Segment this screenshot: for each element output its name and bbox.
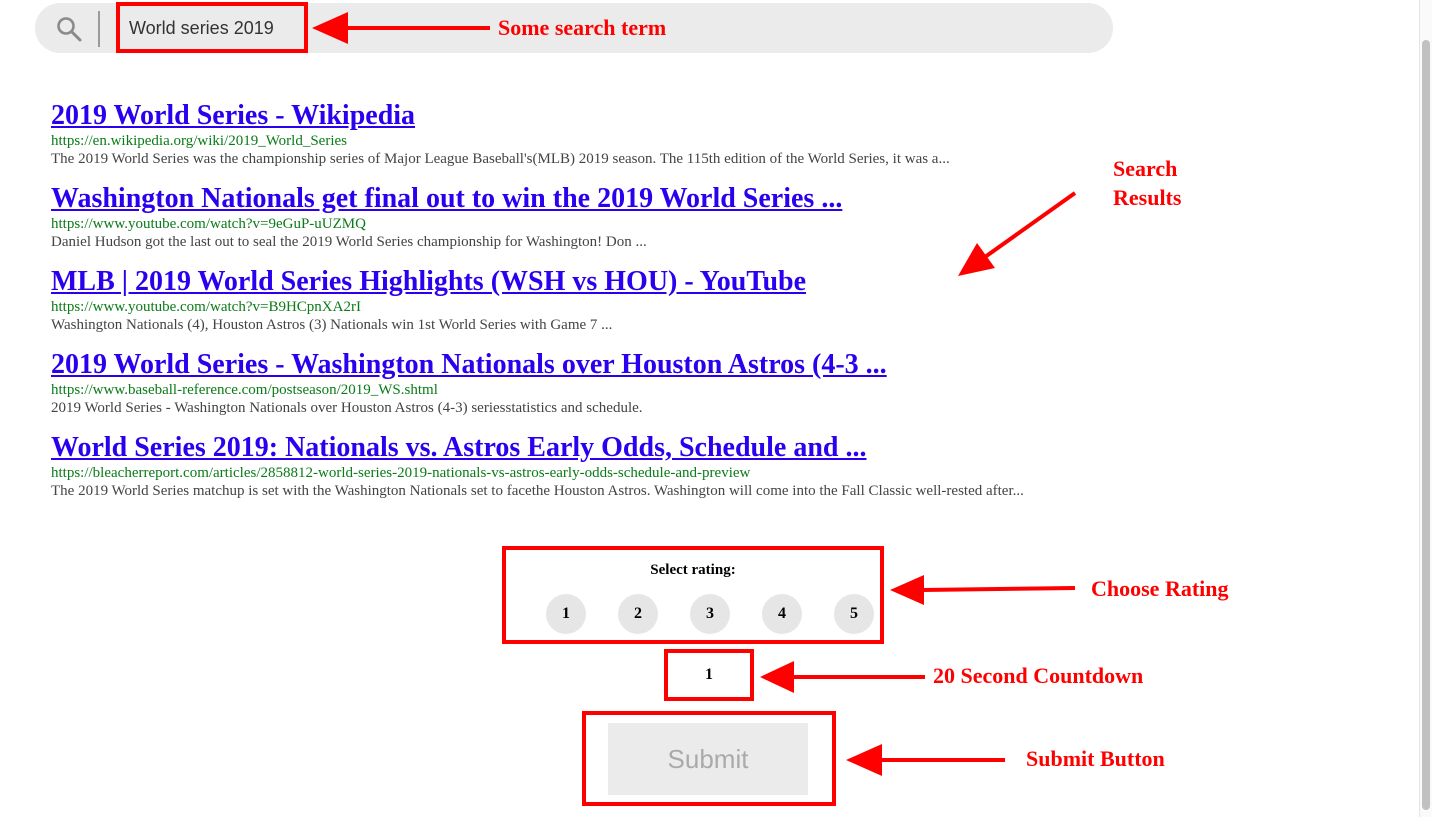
arrow-countdown — [760, 661, 925, 693]
annotation-choose-rating: Choose Rating — [1091, 576, 1229, 601]
annotation-search-term: Some search term — [498, 15, 667, 40]
scrollbar-thumb[interactable] — [1422, 40, 1430, 810]
arrow-search-term — [312, 12, 490, 44]
annotation-search-results-line1: Search — [1113, 156, 1178, 181]
annotation-submit-button: Submit Button — [1026, 746, 1165, 771]
arrow-search-results — [958, 191, 1077, 276]
arrow-submit — [846, 744, 1005, 776]
arrow-choose-rating — [890, 575, 1076, 605]
annotation-countdown: 20 Second Countdown — [933, 663, 1144, 688]
annotation-arrows — [312, 12, 1077, 776]
annotation-search-results-line2: Results — [1113, 185, 1182, 210]
